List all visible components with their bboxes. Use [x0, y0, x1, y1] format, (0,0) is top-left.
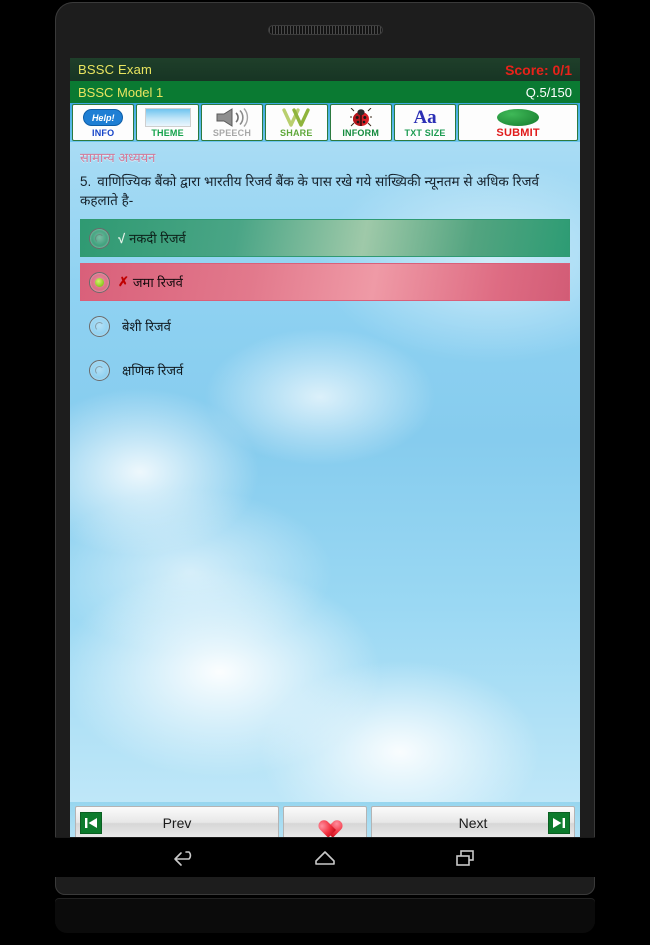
wrong-cross-icon: ✗: [118, 274, 129, 289]
speech-button-label: SPEECH: [212, 128, 252, 138]
skip-to-last-icon: [548, 812, 570, 834]
radio-button-4[interactable]: [89, 359, 110, 381]
share-button[interactable]: SHARE: [265, 104, 328, 141]
option-label-1: नकदी रिजर्व: [129, 231, 186, 246]
text-size-button[interactable]: Aa TXT SIZE: [393, 104, 457, 141]
text-size-aa-icon: Aa: [395, 107, 455, 128]
info-button-label: INFO: [92, 128, 115, 138]
model-bar: BSSC Model 1 Q.5/150: [70, 81, 580, 103]
share-nodes-icon: [266, 107, 326, 128]
skip-to-first-icon: [80, 812, 102, 834]
text-size-glyph: Aa: [413, 107, 437, 128]
option-row-2[interactable]: ✗ जमा रिजर्व: [80, 263, 570, 301]
inform-button-label: INFORM: [342, 128, 380, 138]
question-counter: Q.5/150: [525, 84, 572, 100]
option-row-4[interactable]: क्षणिक रिजर्व: [80, 351, 570, 389]
speech-button[interactable]: SPEECH: [200, 104, 264, 141]
app-screen: BSSC Exam Score: 0/1 BSSC Model 1 Q.5/15…: [70, 58, 580, 837]
question-text: वाणिज्यिक बैंको द्वारा भारतीय रिजर्व बैं…: [80, 174, 540, 208]
option-row-3[interactable]: बेशी रिजर्व: [80, 307, 570, 345]
help-badge-text: Help!: [83, 109, 124, 126]
next-button-label: Next: [458, 815, 488, 831]
question-number: 5.: [80, 174, 92, 189]
option-row-1[interactable]: √ नकदी रिजर्व: [80, 219, 570, 257]
option-label-3: बेशी रिजर्व: [122, 319, 171, 334]
subject-label: सामान्य अध्ययन: [80, 150, 156, 165]
app-title-bar: BSSC Exam Score: 0/1: [70, 58, 580, 81]
sky-thumbnail-icon: [137, 107, 197, 128]
ladybug-icon: [331, 107, 391, 128]
next-button[interactable]: Next: [371, 806, 575, 837]
speaker-grille: [268, 25, 383, 35]
radio-button-2[interactable]: [89, 271, 110, 293]
options-list: √ नकदी रिजर्व ✗ जमा रिजर्व बेशी रिजर्व क…: [70, 219, 580, 389]
back-arrow-icon[interactable]: [165, 844, 205, 872]
model-label: BSSC Model 1: [78, 84, 164, 100]
option-label-4: क्षणिक रिजर्व: [122, 363, 184, 378]
share-button-label: SHARE: [280, 128, 313, 138]
toolbar: Help! INFO THEME SPEECH SHARE INFORM Aa …: [70, 103, 580, 142]
android-system-nav: [55, 837, 595, 877]
radio-button-1[interactable]: [89, 227, 110, 249]
submit-button[interactable]: SUBMIT: [458, 104, 578, 141]
question-area: सामान्य अध्ययन 5. वाणिज्यिक बैंको द्वारा …: [70, 142, 580, 802]
submit-button-label: SUBMIT: [496, 127, 540, 139]
app-title: BSSC Exam: [78, 62, 153, 77]
theme-button-label: THEME: [151, 128, 184, 138]
recent-apps-icon[interactable]: [445, 844, 485, 872]
favorite-button[interactable]: [283, 806, 367, 837]
correct-tick-icon: √: [118, 230, 126, 246]
heart-icon: [314, 813, 336, 833]
radio-button-3[interactable]: [89, 315, 110, 337]
home-icon[interactable]: [305, 844, 345, 872]
device-bezel-bottom: [55, 898, 595, 933]
prev-button[interactable]: Prev: [75, 806, 279, 837]
green-oval-icon: [459, 107, 577, 128]
tablet-device: BSSC Exam Score: 0/1 BSSC Model 1 Q.5/15…: [0, 0, 650, 945]
inform-button[interactable]: INFORM: [329, 104, 392, 141]
theme-button[interactable]: THEME: [136, 104, 199, 141]
question-text-block: 5. वाणिज्यिक बैंको द्वारा भारतीय रिजर्व ब…: [70, 166, 580, 210]
prev-button-label: Prev: [162, 815, 192, 831]
info-button[interactable]: Help! INFO: [72, 104, 135, 141]
text-size-button-label: TXT SIZE: [404, 128, 446, 138]
navigation-bar: Prev Next: [70, 802, 580, 837]
score-label: Score: 0/1: [505, 61, 572, 78]
help-badge-icon: Help!: [73, 107, 133, 128]
option-label-2: जमा रिजर्व: [132, 275, 183, 290]
speaker-icon: [202, 107, 262, 128]
